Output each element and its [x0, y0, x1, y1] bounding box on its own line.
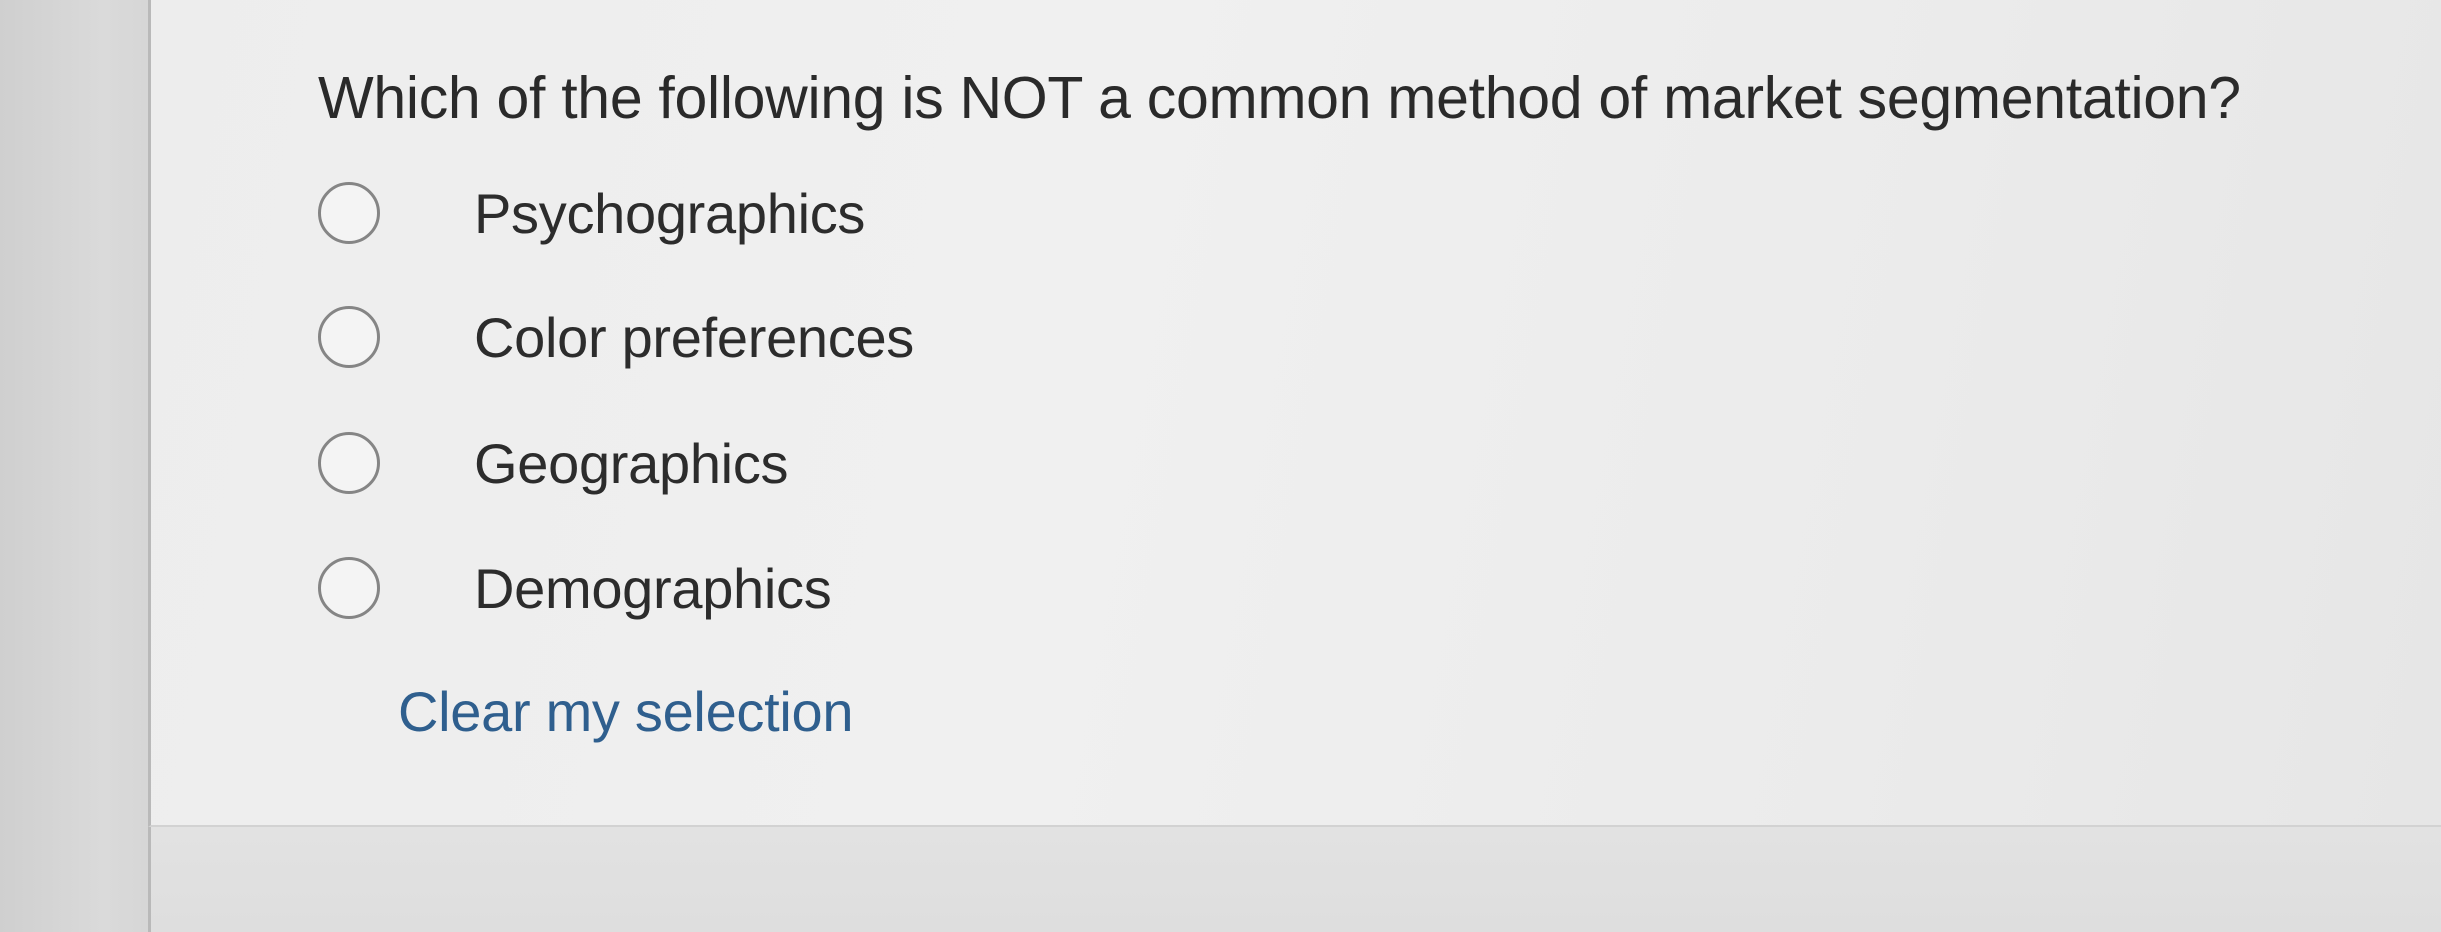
radio-button-geographics[interactable]	[318, 432, 380, 494]
answer-option-demographics[interactable]: Demographics	[318, 543, 1218, 633]
radio-button-color-preferences[interactable]	[318, 306, 380, 368]
answer-option-geographics[interactable]: Geographics	[318, 418, 1218, 508]
answer-option-psychographics[interactable]: Psychographics	[318, 168, 1218, 258]
answer-label: Demographics	[474, 556, 832, 620]
answer-label: Psychographics	[474, 181, 866, 245]
answer-option-color-preferences[interactable]: Color preferences	[318, 292, 1218, 382]
question-text: Which of the following is NOT a common m…	[318, 65, 2241, 131]
bottom-strip	[148, 827, 2441, 932]
radio-button-psychographics[interactable]	[318, 182, 380, 244]
answer-label: Color preferences	[474, 305, 915, 369]
left-gutter	[0, 0, 148, 932]
clear-selection-link[interactable]: Clear my selection	[398, 670, 854, 754]
answer-label: Geographics	[474, 431, 789, 495]
radio-button-demographics[interactable]	[318, 557, 380, 619]
